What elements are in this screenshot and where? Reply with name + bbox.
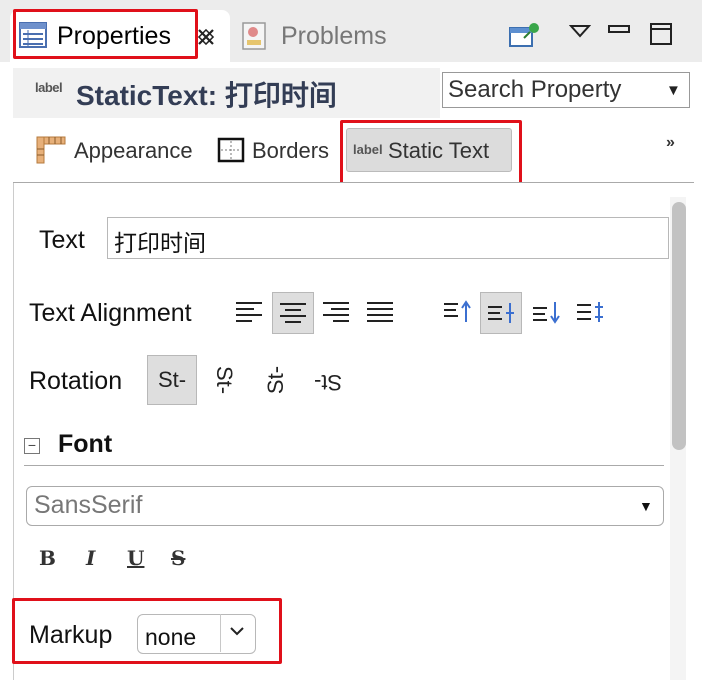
rotation-none-button[interactable]: St-: [147, 355, 197, 405]
rotation-left-button[interactable]: St-: [206, 360, 242, 400]
properties-tab-highlight: [13, 9, 198, 59]
chevron-down-icon: ▼: [639, 498, 653, 514]
problems-icon: [242, 22, 266, 50]
align-center-icon: [280, 303, 306, 323]
align-left-button[interactable]: [231, 294, 267, 330]
rotation-label: Rotation: [29, 367, 123, 395]
font-collapse-icon[interactable]: −: [24, 438, 40, 454]
more-tabs-icon[interactable]: »: [666, 134, 675, 152]
align-left-icon: [236, 302, 262, 322]
bold-button[interactable]: B: [39, 546, 56, 570]
rotation-none-icon: St-: [157, 367, 187, 392]
rotation-upside-down-button[interactable]: St-: [308, 362, 348, 402]
font-section-title: Font: [58, 430, 113, 458]
text-input-value: 打印时间: [114, 230, 206, 256]
appearance-icon: [36, 136, 66, 164]
valign-top-button[interactable]: [439, 294, 475, 330]
valign-middle-icon: [488, 303, 514, 323]
rotation-left-icon: St-: [212, 365, 237, 395]
static-text-tab-highlight: [340, 120, 522, 186]
rotation-upside-down-icon: St-: [313, 370, 343, 395]
view-menu-icon[interactable]: [569, 24, 591, 38]
borders-icon: [217, 137, 245, 163]
search-property-value: Search Property: [448, 76, 622, 103]
italic-button[interactable]: I: [86, 546, 95, 570]
align-right-button[interactable]: [318, 294, 354, 330]
page-title: StaticText: 打印时间: [76, 80, 337, 111]
text-alignment-label: Text Alignment: [29, 299, 192, 327]
tab-borders[interactable]: Borders: [252, 138, 329, 164]
scrollbar-thumb[interactable]: [672, 202, 686, 450]
label-badge-icon: label: [35, 80, 63, 95]
valign-top-icon: [444, 300, 471, 322]
close-icon[interactable]: [195, 26, 217, 48]
valign-bottom-button[interactable]: [528, 294, 564, 330]
valign-bottom-icon: [533, 302, 560, 324]
rotation-right-icon: St-: [263, 365, 288, 395]
align-center-button[interactable]: [272, 292, 314, 334]
maximize-icon[interactable]: [649, 22, 673, 46]
chevron-down-icon: ▼: [666, 82, 681, 99]
markup-highlight: [12, 598, 282, 664]
strikethrough-button[interactable]: S: [171, 546, 185, 570]
text-label: Text: [39, 226, 85, 254]
valign-middle-button[interactable]: [480, 292, 522, 334]
align-justify-button[interactable]: [362, 294, 398, 330]
rotation-right-button[interactable]: St-: [258, 360, 294, 400]
minimize-icon[interactable]: [607, 24, 631, 34]
valign-justify-icon: [577, 302, 603, 322]
align-justify-icon: [367, 302, 393, 322]
font-family-value: SansSerif: [34, 491, 143, 519]
problems-tab-label[interactable]: Problems: [281, 22, 387, 51]
underline-button[interactable]: U: [127, 546, 144, 570]
tab-appearance[interactable]: Appearance: [74, 138, 193, 164]
valign-justify-button[interactable]: [572, 294, 608, 330]
align-right-icon: [323, 302, 349, 322]
pin-view-icon[interactable]: [508, 20, 542, 50]
font-divider: [24, 465, 664, 466]
